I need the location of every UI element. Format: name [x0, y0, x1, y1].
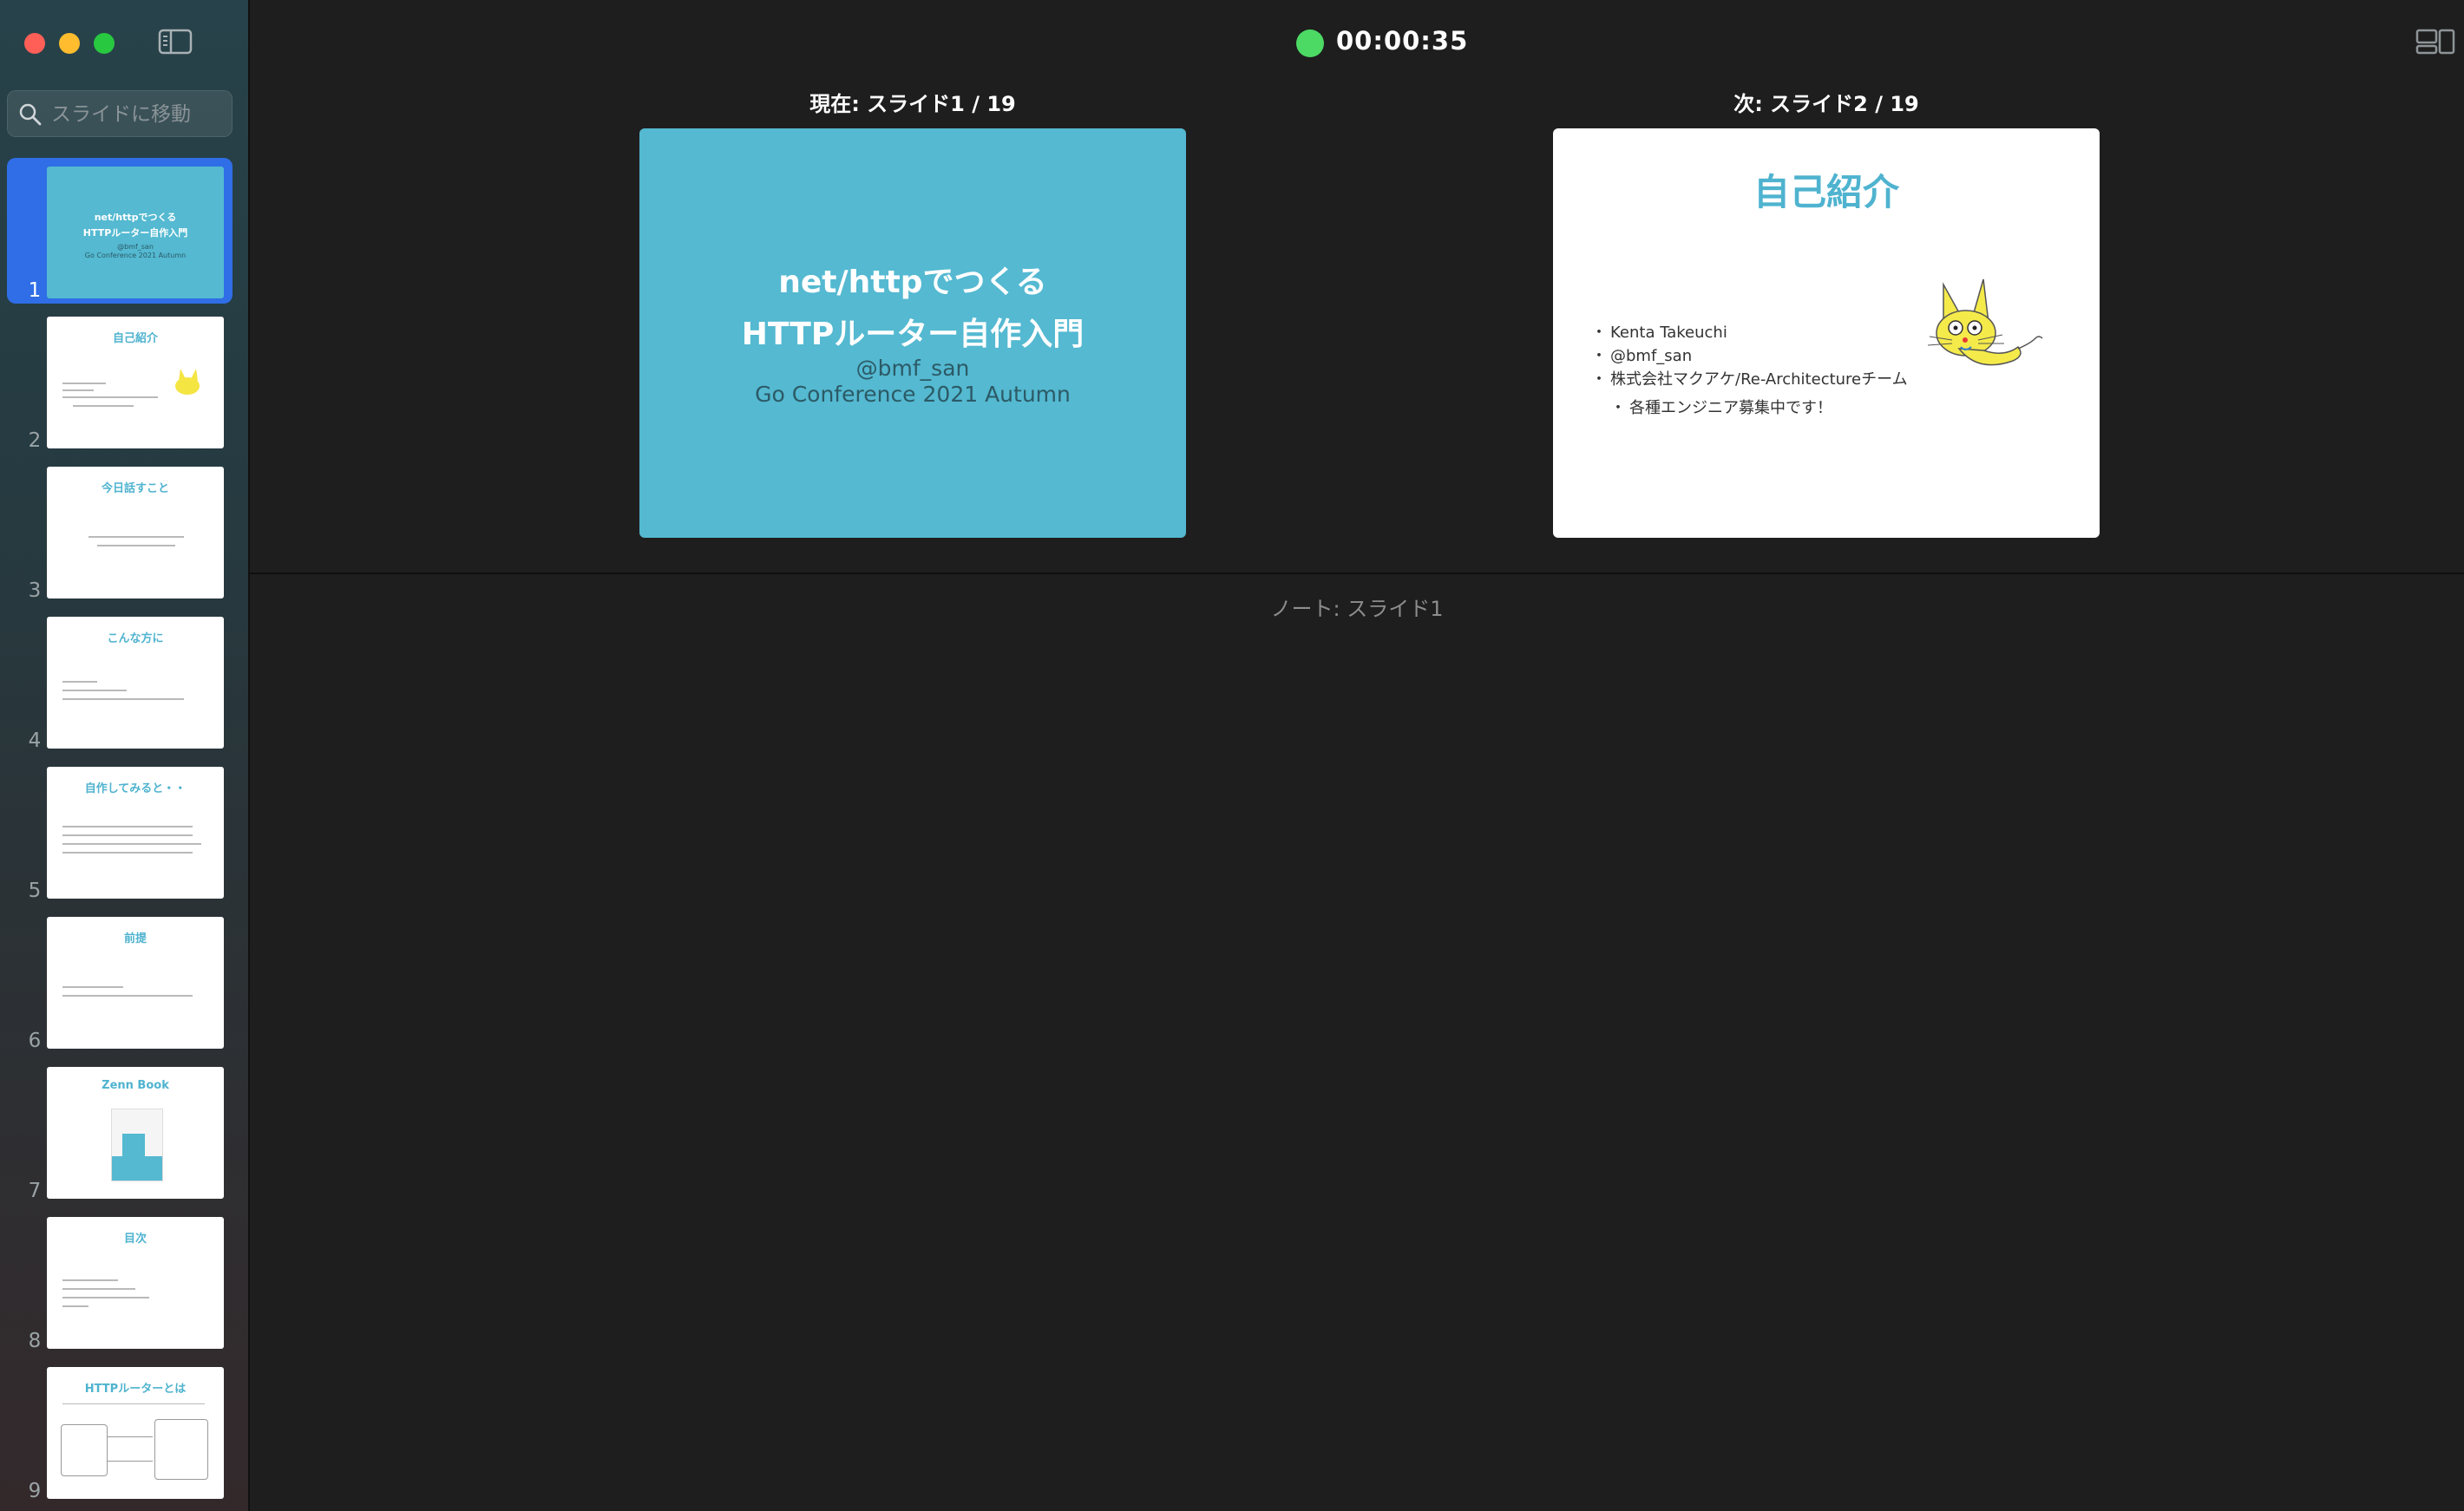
thumbnail-image: 目次 [47, 1217, 224, 1349]
current-slide-label: 現在: スライド1 / 19 [809, 92, 1016, 116]
thumbnail-slide-6[interactable]: 前提 6 [7, 908, 233, 1054]
thumbnail-slide-8[interactable]: 目次 8 [7, 1208, 233, 1354]
thumbnail-image: 前提 [47, 917, 224, 1049]
thumbnail-slide-2[interactable]: 自己紹介 2 [7, 308, 233, 454]
next-slide-label: 次: スライド2 / 19 [1733, 92, 1919, 116]
sidebar-toggle-icon[interactable] [158, 28, 193, 56]
current-slide-handle: @bmf_san [855, 356, 970, 381]
thumbnail-slide-5[interactable]: 自作してみると・・ 5 [7, 758, 233, 904]
bullet-item: 株式会社マクアケ/Re-Architectureチーム [1591, 368, 1908, 391]
thumbnail-number: 1 [28, 279, 42, 302]
bullet-item: @bmf_san [1591, 344, 1908, 368]
next-slide-bullets: Kenta Takeuchi @bmf_san 株式会社マクアケ/Re-Arch… [1591, 321, 1908, 391]
thumb-title: Zenn Book [102, 1079, 169, 1092]
slide-sidebar: net/httpでつくる HTTPルーター自作入門 @bmf_sanGo Conf… [0, 0, 250, 1511]
current-slide-title-line2: HTTPルーター自作入門 [741, 317, 1085, 352]
thumbnail-number: 3 [28, 579, 42, 602]
thumbnail-image: 自作してみると・・ [47, 767, 224, 899]
minimize-window-button[interactable] [59, 33, 80, 54]
close-window-button[interactable] [24, 33, 45, 54]
thumbnail-image: 今日話すこと [47, 467, 224, 599]
thumb-title: 自己紹介 [112, 332, 158, 345]
thumb-title: 前提 [123, 932, 147, 945]
thumbnail-slide-7[interactable]: Zenn Book 7 [7, 1058, 233, 1204]
thumbnail-slide-3[interactable]: 今日話すこと 3 [7, 458, 233, 604]
thumbnail-number: 8 [28, 1330, 42, 1352]
slide-search[interactable] [7, 90, 233, 138]
timer-status-indicator [1296, 29, 1324, 57]
thumb-title: 自作してみると・・ [84, 782, 187, 795]
thumbnail-number: 7 [28, 1180, 42, 1202]
thumb-event: Go Conference 2021 Autumn [84, 252, 187, 259]
cat-illustration-icon [175, 369, 200, 395]
panel-divider[interactable] [250, 572, 2464, 574]
thumbnail-number: 4 [28, 729, 42, 752]
thumbnail-image: こんな方に [47, 617, 224, 749]
search-icon [19, 103, 42, 126]
thumbnail-image: HTTPルーターとは [47, 1367, 224, 1499]
elapsed-timer[interactable]: 00:00:35 [1336, 26, 1468, 56]
thumbnail-slide-1[interactable]: net/httpでつくる HTTPルーター自作入門 @bmf_san Go Conf… [7, 158, 233, 304]
thumbnail-number: 6 [28, 1030, 42, 1052]
next-slide-preview: 自己紹介 Kenta Takeuchi @bmf_san 株式会社マクアケ/Re… [1553, 128, 2100, 538]
thumb-title-line2: HTTPルーター自作入門 [82, 227, 188, 239]
current-slide-event: Go Conference 2021 Autumn [755, 382, 1071, 407]
thumbnail-number: 9 [28, 1480, 42, 1502]
zoom-window-button[interactable] [94, 33, 115, 54]
thumb-handle: @bmf_san [117, 243, 154, 251]
thumbnail-image: net/httpでつくる HTTPルーター自作入門 @bmf_san Go Conf… [47, 167, 224, 298]
change-layout-icon[interactable] [2415, 28, 2455, 56]
current-slide-title-line1: net/httpでつくる [778, 265, 1047, 300]
thumbnail-number: 5 [28, 880, 42, 902]
thumb-title: 今日話すこと [101, 482, 169, 495]
thumb-title: 目次 [123, 1233, 147, 1246]
current-slide-preview: net/httpでつくる HTTPルーター自作入門 @bmf_san Go Con… [639, 128, 1186, 538]
thumbnail-number: 2 [28, 429, 42, 452]
thumb-title: こんな方に [107, 632, 164, 645]
thumbnail-image: 自己紹介 [47, 317, 224, 448]
notes-label: ノート: スライド1 [1270, 597, 1444, 621]
thumb-title-line1: net/httpでつくる [94, 212, 177, 223]
thumb-title: HTTPルーターとは [84, 1383, 187, 1396]
thumbnail-slide-4[interactable]: こんな方に 4 [7, 608, 233, 754]
thumbnail-slide-9[interactable]: HTTPルーターとは 9 [7, 1358, 233, 1504]
search-input[interactable] [49, 91, 226, 138]
sub-bullet-item: 各種エンジニア募集中です！ [1610, 396, 1832, 418]
bullet-item: Kenta Takeuchi [1591, 321, 1908, 344]
cat-illustration-icon [1927, 278, 2043, 366]
thumbnail-image: Zenn Book [47, 1067, 224, 1199]
next-slide-title: 自己紹介 [1753, 171, 1899, 213]
